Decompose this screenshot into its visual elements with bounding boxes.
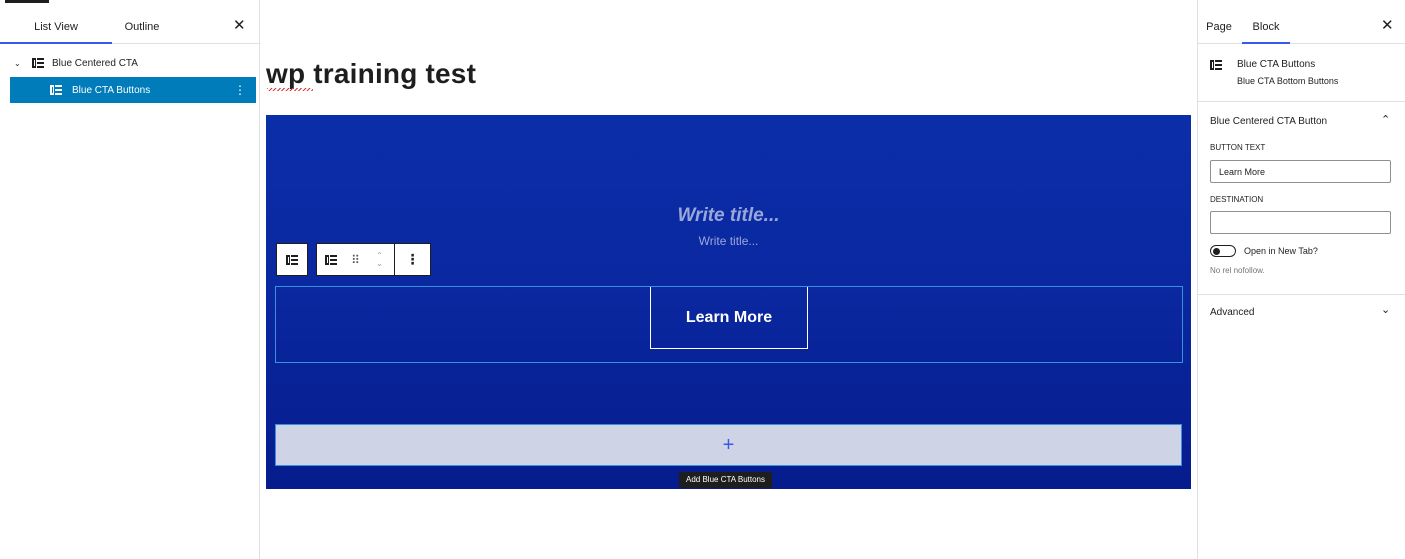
drag-handle-icon[interactable]: ⠿: [345, 244, 365, 275]
list-item-selected[interactable]: Blue CTA Buttons ⋮: [10, 77, 256, 103]
button-text-input[interactable]: [1210, 160, 1391, 183]
movers: ⌃ ⌄: [365, 244, 395, 275]
block-description: Blue CTA Bottom Buttons: [1237, 76, 1339, 86]
parent-block-toolbar: [276, 243, 308, 276]
block-columns-icon: [50, 85, 62, 95]
destination-input[interactable]: [1210, 211, 1391, 234]
buttons-block[interactable]: Learn More: [275, 286, 1183, 363]
tab-outline[interactable]: Outline: [112, 8, 172, 44]
new-tab-toggle[interactable]: [1210, 245, 1236, 257]
list-item[interactable]: ⌄ Blue Centered CTA: [10, 50, 256, 76]
learn-more-button[interactable]: Learn More: [650, 287, 808, 349]
chevron-up-icon[interactable]: ⌃: [1381, 113, 1390, 126]
tooltip: Add Blue CTA Buttons: [679, 472, 773, 488]
block-name: Blue CTA Buttons: [1237, 59, 1316, 70]
destination-label: DESTINATION: [1210, 195, 1264, 204]
toggle-label: Open in New Tab?: [1244, 246, 1318, 256]
tab-page[interactable]: Page: [1204, 8, 1234, 44]
chevron-down-icon[interactable]: ⌄: [14, 59, 24, 68]
block-columns-icon: [325, 254, 337, 265]
divider: [1198, 101, 1405, 102]
advanced-panel-title[interactable]: Advanced: [1210, 307, 1254, 318]
divider: [1198, 294, 1405, 295]
close-icon[interactable]: ✕: [233, 18, 246, 34]
chevron-down-icon[interactable]: ⌄: [1381, 303, 1390, 316]
plus-icon: +: [722, 433, 735, 456]
add-block-button[interactable]: +: [275, 424, 1182, 466]
right-tabs: Page Block ✕: [1198, 8, 1405, 44]
list-item-label: Blue Centered CTA: [52, 57, 138, 69]
block-columns-icon: [1210, 60, 1222, 70]
list-view-panel: List View Outline ✕ ⌄ Blue Centered CTA …: [0, 0, 260, 559]
left-tabs: List View Outline ✕: [0, 8, 259, 44]
list-item-label: Blue CTA Buttons: [72, 84, 151, 96]
select-parent-button[interactable]: [277, 244, 307, 275]
panel-title[interactable]: Blue Centered CTA Button: [1210, 116, 1327, 127]
close-icon[interactable]: ✕: [1381, 18, 1394, 34]
tab-block[interactable]: Block: [1242, 8, 1290, 44]
block-type-button[interactable]: [317, 244, 345, 275]
block-card: Blue CTA Buttons Blue CTA Bottom Buttons: [1210, 57, 1338, 86]
block-columns-icon: [286, 254, 298, 265]
button-text-label: BUTTON TEXT: [1210, 143, 1266, 152]
page-title[interactable]: wp training test: [266, 58, 476, 90]
cta-title[interactable]: Write title...: [266, 205, 1191, 227]
block-toolbar: ⠿ ⌃ ⌄ ⋮: [316, 243, 431, 276]
move-down-icon[interactable]: ⌄: [376, 259, 383, 268]
settings-sidebar: Page Block ✕ Blue CTA Buttons Blue CTA B…: [1197, 0, 1405, 559]
options-icon[interactable]: ⋮: [234, 83, 246, 97]
tab-list-view[interactable]: List View: [0, 8, 112, 44]
help-text: No rel nofollow.: [1210, 266, 1265, 275]
block-columns-icon: [32, 58, 44, 68]
more-options-icon[interactable]: ⋮: [395, 244, 430, 275]
cta-block[interactable]: Write title... Write title... Learn More…: [266, 115, 1191, 489]
spellcheck-underline: [267, 88, 313, 91]
